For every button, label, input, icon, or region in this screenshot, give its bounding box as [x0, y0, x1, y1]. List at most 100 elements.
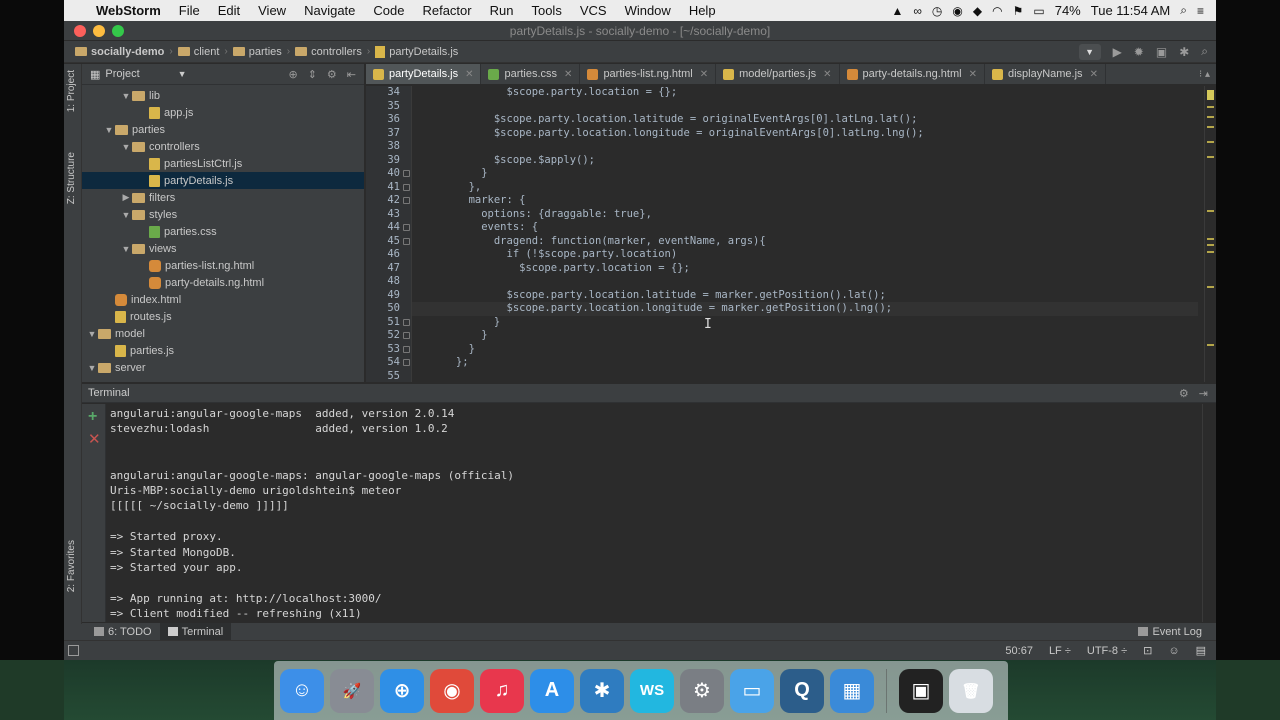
collapse-all-icon[interactable]: ⇕ [308, 68, 317, 81]
tree-item[interactable]: parties-list.ng.html [82, 257, 364, 274]
event-log-button[interactable]: Event Log [1138, 626, 1216, 638]
code-line[interactable]: dragend: function(marker, eventName, arg… [418, 235, 1198, 249]
breadcrumb-project[interactable]: socially-demo [70, 46, 169, 58]
warning-mark[interactable] [1207, 286, 1214, 288]
close-tab-icon[interactable]: ✕ [823, 69, 831, 80]
tree-item[interactable]: party-details.ng.html [82, 274, 364, 291]
close-window-button[interactable] [74, 24, 86, 37]
breadcrumb-client[interactable]: client [173, 46, 225, 58]
code-line[interactable]: }; [418, 356, 1198, 370]
clock[interactable]: Tue 11:54 AM [1091, 3, 1171, 18]
fold-marker-icon[interactable] [403, 318, 410, 326]
system-preferences-icon[interactable]: ⚙ [680, 668, 724, 713]
collapsed-arrow-icon[interactable]: ▶ [120, 192, 132, 203]
lock-icon[interactable]: ⊡ [1143, 644, 1152, 657]
fold-marker-icon[interactable] [403, 359, 410, 366]
spotlight-search-icon[interactable]: ⌕ [1180, 3, 1187, 18]
code-line[interactable]: $scope.party.location.longitude = origin… [418, 127, 1198, 141]
code-line[interactable]: }, [418, 181, 1198, 195]
warning-mark[interactable] [1207, 344, 1214, 346]
menu-refactor[interactable]: Refactor [413, 3, 480, 18]
code-line[interactable]: $scope.party.location.latitude = marker.… [418, 289, 1198, 303]
warning-mark[interactable] [1207, 251, 1214, 253]
editor-tab[interactable]: parties-list.ng.html ✕ [580, 64, 717, 84]
todo-tool-button[interactable]: 6: TODO [86, 623, 160, 641]
menu-file[interactable]: File [170, 3, 209, 18]
timer-tray-icon[interactable]: ◷ [932, 4, 942, 18]
scroll-from-source-icon[interactable]: ⊕ [288, 68, 297, 81]
safari-icon[interactable]: ⊕ [380, 668, 424, 713]
code-line[interactable] [418, 100, 1198, 114]
memory-indicator-icon[interactable]: ▤ [1196, 644, 1206, 657]
new-session-plus-icon[interactable]: + [88, 408, 97, 426]
keynote-icon[interactable]: ▭ [730, 668, 774, 713]
expanded-arrow-icon[interactable]: ▼ [120, 244, 132, 254]
tree-item[interactable]: ▼ controllers [82, 138, 364, 155]
editor-tab[interactable]: party-details.ng.html ✕ [840, 64, 985, 84]
error-stripe[interactable] [1204, 86, 1216, 382]
menu-view[interactable]: View [249, 3, 295, 18]
run-config-dropdown[interactable]: ▼ [1078, 43, 1101, 60]
structure-tool-tab[interactable]: Z: Structure [66, 152, 77, 204]
menu-navigate[interactable]: Navigate [295, 3, 364, 18]
warning-mark[interactable] [1207, 156, 1214, 158]
hide-panel-icon[interactable]: ⇤ [347, 68, 356, 81]
close-tab-icon[interactable]: ✕ [564, 69, 572, 80]
editor-gutter[interactable]: 34 35 36 37 38 39 40 41 42 43 44 45 46 47 48 49 50 51 52 53… [366, 86, 412, 382]
editor-tab[interactable]: model/parties.js ✕ [716, 64, 840, 84]
line-separator[interactable]: LF ÷ [1049, 645, 1071, 657]
tree-item[interactable]: partiesListCtrl.js [82, 155, 364, 172]
tree-item[interactable]: app.js [82, 104, 364, 121]
chrome-icon[interactable]: ◉ [430, 668, 474, 713]
debug-icon[interactable]: ✹ [1134, 45, 1144, 59]
breadcrumb-parties[interactable]: parties [228, 46, 287, 58]
run-icon[interactable]: ▶ [1113, 45, 1122, 59]
menu-run[interactable]: Run [481, 3, 523, 18]
preview-icon[interactable]: ▦ [830, 668, 874, 713]
itunes-icon[interactable]: ♫ [480, 668, 524, 713]
terminal-settings-gear-icon[interactable]: ⚙ [1179, 387, 1189, 400]
warning-mark[interactable] [1207, 126, 1214, 128]
flag-icon[interactable]: ⚑ [1013, 4, 1024, 18]
sourcetree-icon[interactable]: ✱ [580, 668, 624, 713]
code-line[interactable]: } [418, 329, 1198, 343]
file-encoding[interactable]: UTF-8 ÷ [1087, 645, 1127, 657]
wifi-icon[interactable]: ◠ [992, 4, 1002, 18]
expanded-arrow-icon[interactable]: ▼ [86, 363, 98, 373]
fold-marker-icon[interactable] [403, 224, 410, 231]
minimize-window-button[interactable] [93, 24, 105, 37]
code-line[interactable]: $scope.party.location.latitude = origina… [418, 113, 1198, 127]
hide-terminal-icon[interactable]: ⇥ [1199, 387, 1208, 400]
close-tab-icon[interactable]: ✕ [969, 69, 977, 80]
menu-window[interactable]: Window [616, 3, 680, 18]
close-tab-icon[interactable]: ✕ [465, 69, 473, 80]
fold-marker-icon[interactable] [403, 237, 410, 245]
quicktime-icon[interactable]: Q [780, 668, 824, 713]
expanded-arrow-icon[interactable]: ▼ [103, 125, 115, 135]
editor-tab[interactable]: parties.css ✕ [481, 64, 581, 84]
finder-icon[interactable]: ☺ [280, 668, 324, 713]
project-tool-tab[interactable]: 1: Project [66, 70, 77, 112]
app-menu[interactable]: WebStorm [90, 3, 170, 18]
tree-item[interactable]: ▼ lib [82, 87, 364, 104]
tree-item[interactable]: ▼ styles [82, 206, 364, 223]
expanded-arrow-icon[interactable]: ▼ [120, 91, 132, 101]
notification-center-icon[interactable]: ≡ [1197, 4, 1204, 18]
caret-position[interactable]: 50:67 [1005, 645, 1033, 657]
notification-bell-icon[interactable]: ◆ [973, 4, 982, 18]
battery-icon[interactable]: ▭ [1033, 4, 1044, 18]
fold-marker-icon[interactable] [403, 197, 410, 204]
tree-item[interactable]: routes.js [82, 308, 364, 325]
expanded-arrow-icon[interactable]: ▼ [120, 210, 132, 220]
code-line[interactable]: $scope.party.location.longitude = marker… [412, 302, 1198, 316]
code-line[interactable]: $scope.$apply(); [418, 154, 1198, 168]
code-line[interactable] [418, 275, 1198, 289]
terminal-tool-button[interactable]: Terminal [159, 622, 232, 641]
breadcrumb-controllers[interactable]: controllers [290, 46, 367, 58]
analysis-indicator[interactable] [1207, 90, 1214, 100]
terminal-output[interactable]: angularui:angular-google-maps added, ver… [106, 404, 1202, 622]
warning-mark[interactable] [1207, 116, 1214, 118]
warning-mark[interactable] [1207, 210, 1214, 212]
warning-mark[interactable] [1207, 106, 1214, 108]
webstorm-tray-icon[interactable]: ▲ [891, 4, 903, 18]
